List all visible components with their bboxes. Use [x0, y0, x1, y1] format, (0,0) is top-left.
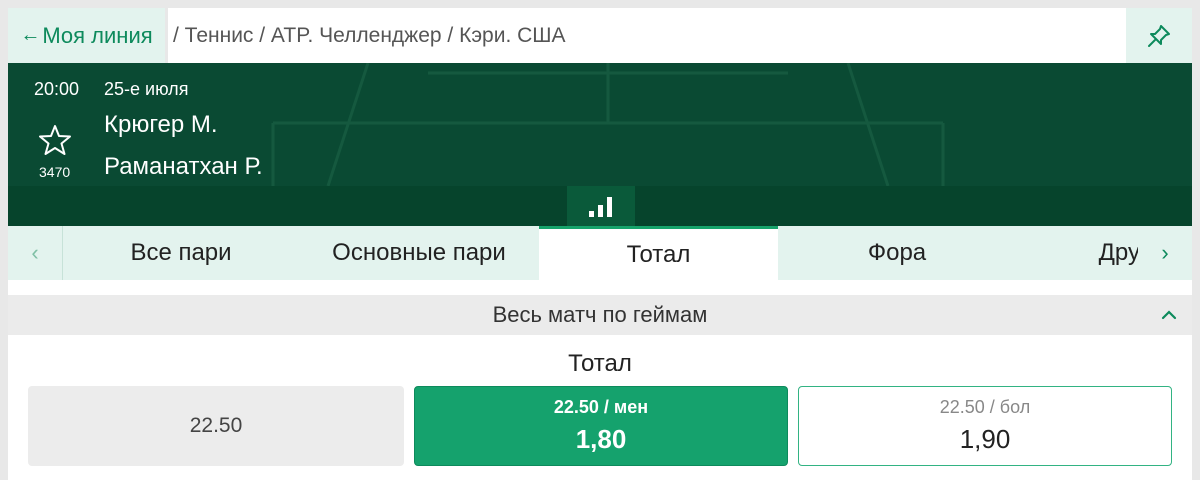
tabs-prev-button[interactable]: ‹ [8, 226, 63, 280]
bar-chart-icon [589, 197, 612, 217]
match-date: 25-е июля [104, 79, 189, 99]
over-odds-value: 1,90 [959, 424, 1011, 454]
market-tabs: ‹ Все пари Основные пари Тотал Фора Дру … [8, 226, 1192, 280]
total-line-cell: 22.50 [28, 386, 404, 466]
chevron-right-icon: › [1161, 240, 1169, 265]
back-button-label: Моя линия [42, 22, 153, 48]
tab-main-bets[interactable]: Основные пари [299, 226, 539, 280]
under-odds-value: 1,80 [575, 424, 627, 454]
tab-other[interactable]: Дру [1016, 226, 1140, 280]
favorite-star-icon[interactable] [38, 123, 72, 157]
market-title: Тотал [568, 350, 632, 377]
my-line-back-button[interactable]: ← Моя линия [8, 8, 165, 63]
tab-handicap[interactable]: Фора [778, 226, 1016, 280]
top-bar: ← Моя линия / Теннис / ATP. Челленджер /… [8, 8, 1192, 64]
match-time: 20:00 [34, 79, 80, 99]
chevron-left-icon: ‹ [31, 240, 39, 265]
over-odds-label: 22.50 / бол [939, 397, 1031, 417]
chevron-up-icon[interactable] [1160, 295, 1178, 335]
under-odds-label: 22.50 / мен [553, 397, 649, 417]
match-header: 20:00 25-е июля 3470 Крюгер М. Раманатха… [8, 63, 1192, 186]
tabs-next-button[interactable]: › [1138, 226, 1192, 280]
section-header[interactable]: Весь матч по геймам [8, 295, 1192, 335]
statistics-button[interactable] [567, 186, 635, 226]
divider [165, 8, 168, 63]
total-line-value: 22.50 [189, 414, 243, 437]
app-frame: ← Моя линия / Теннис / ATP. Челленджер /… [8, 8, 1192, 480]
back-arrow-icon: ← [20, 24, 41, 46]
pin-icon [1148, 24, 1170, 47]
stats-bar [8, 186, 1192, 226]
pin-button[interactable] [1126, 8, 1192, 63]
under-odds-button[interactable]: 22.50 / мен 1,80 [414, 386, 788, 466]
tab-total[interactable]: Тотал [539, 226, 778, 280]
player-1-name: Крюгер М. [104, 111, 218, 138]
over-odds-button[interactable]: 22.50 / бол 1,90 [798, 386, 1172, 466]
section-title: Весь матч по геймам [492, 302, 708, 327]
player-2-name: Раманатхан Р. [104, 153, 263, 180]
tab-all-bets[interactable]: Все пари [63, 226, 299, 280]
match-id: 3470 [39, 164, 71, 180]
breadcrumb: / Теннис / ATP. Челленджер / Кэри. США [173, 23, 566, 47]
